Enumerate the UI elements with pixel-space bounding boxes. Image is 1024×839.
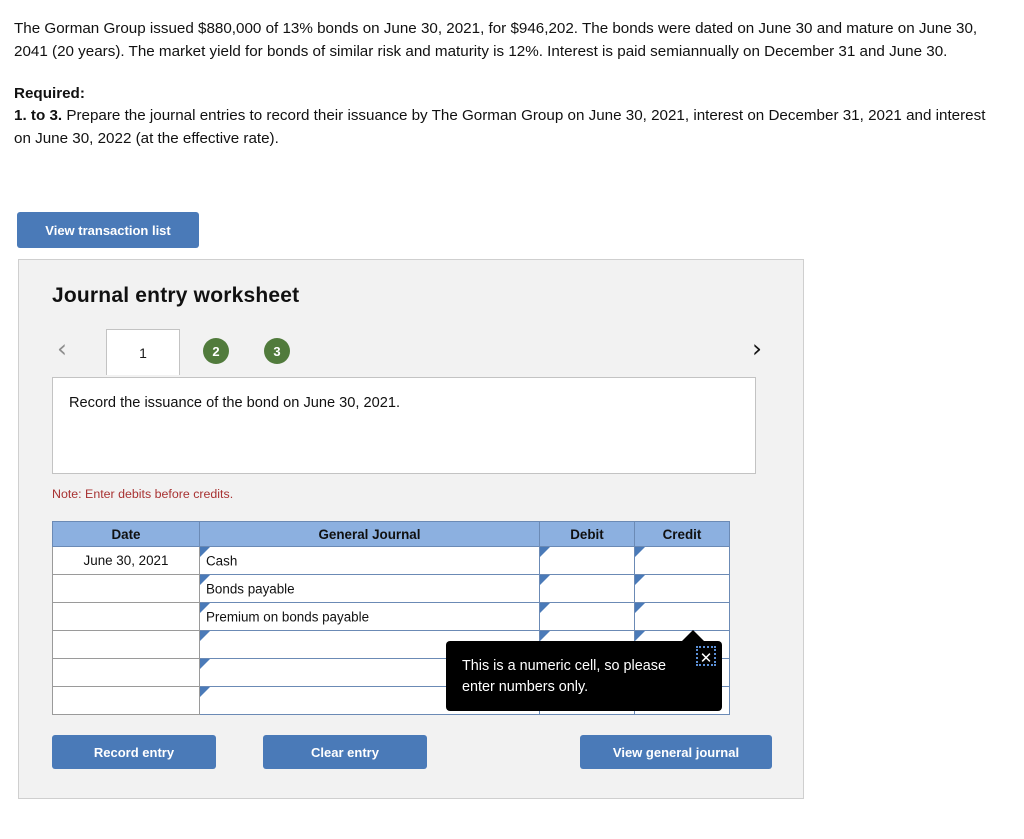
credit-cell[interactable] — [634, 546, 730, 575]
cell-marker-icon — [635, 575, 645, 585]
account-cell-value: Cash — [206, 553, 238, 568]
instruction-box: Record the issuance of the bond on June … — [52, 377, 756, 474]
debit-cell[interactable] — [539, 574, 635, 603]
tab-1[interactable]: 1 — [106, 329, 180, 375]
account-cell[interactable]: Premium on bonds payable — [199, 602, 540, 631]
column-header-credit: Credit — [634, 521, 730, 547]
page-title: Journal entry worksheet — [52, 284, 300, 307]
next-tab-icon[interactable]: › — [752, 336, 762, 361]
cell-marker-icon — [635, 547, 645, 557]
cell-marker-icon — [635, 631, 645, 641]
credit-cell[interactable] — [634, 574, 730, 603]
journal-entry-worksheet-panel: Journal entry worksheet ‹ 1 2 3 › Record… — [18, 259, 804, 799]
problem-paragraph: The Gorman Group issued $880,000 of 13% … — [14, 20, 978, 60]
view-transaction-list-button[interactable]: View transaction list — [17, 212, 199, 248]
numeric-cell-tooltip: This is a numeric cell, so please enter … — [446, 630, 722, 711]
tooltip-message: This is a numeric cell, so please enter … — [462, 658, 666, 695]
column-header-date: Date — [52, 521, 200, 547]
required-text: Prepare the journal entries to record th… — [14, 107, 986, 148]
tab-2[interactable]: 2 — [203, 338, 229, 364]
debits-before-credits-note: Note: Enter debits before credits. — [52, 487, 234, 501]
account-cell[interactable]: Bonds payable — [199, 574, 540, 603]
cell-marker-icon — [540, 575, 550, 585]
cell-marker-icon — [540, 631, 550, 641]
date-cell[interactable] — [52, 686, 200, 715]
instruction-text: Record the issuance of the bond on June … — [69, 395, 401, 411]
cell-marker-icon — [540, 603, 550, 613]
debit-cell[interactable] — [539, 546, 635, 575]
worksheet-tabs: ‹ 1 2 3 › — [19, 322, 803, 375]
cell-marker-icon — [200, 659, 210, 669]
credit-cell[interactable] — [634, 602, 730, 631]
column-header-debit: Debit — [539, 521, 635, 547]
date-cell[interactable] — [52, 574, 200, 603]
date-cell[interactable] — [52, 630, 200, 659]
tab-3[interactable]: 3 — [264, 338, 290, 364]
account-cell-value: Premium on bonds payable — [206, 609, 370, 624]
cell-marker-icon — [635, 603, 645, 613]
tooltip-arrow-icon — [682, 630, 704, 641]
account-cell[interactable]: Cash — [199, 546, 540, 575]
record-entry-button[interactable]: Record entry — [52, 735, 216, 769]
date-cell[interactable] — [52, 658, 200, 687]
clear-entry-button[interactable]: Clear entry — [263, 735, 427, 769]
required-number: 1. to 3. — [14, 107, 63, 125]
cell-marker-icon — [200, 687, 210, 697]
debit-cell[interactable] — [539, 602, 635, 631]
account-cell-value: Bonds payable — [206, 581, 295, 596]
table-row: Bonds payable — [52, 574, 730, 603]
required-line: 1. to 3. Prepare the journal entries to … — [14, 105, 1004, 151]
problem-statement: The Gorman Group issued $880,000 of 13% … — [14, 18, 1004, 151]
cell-marker-icon — [200, 631, 210, 641]
table-header-row: Date General Journal Debit Credit — [52, 521, 730, 547]
date-cell[interactable]: June 30, 2021 — [52, 546, 200, 575]
prev-tab-icon[interactable]: ‹ — [57, 336, 67, 361]
table-row: Premium on bonds payable — [52, 602, 730, 631]
view-general-journal-button[interactable]: View general journal — [580, 735, 772, 769]
date-cell[interactable] — [52, 602, 200, 631]
cell-marker-icon — [540, 547, 550, 557]
close-icon[interactable]: ✕ — [696, 646, 716, 667]
table-row: June 30, 2021 Cash — [52, 546, 730, 575]
column-header-general-journal: General Journal — [199, 521, 540, 547]
required-label: Required: — [14, 84, 85, 102]
